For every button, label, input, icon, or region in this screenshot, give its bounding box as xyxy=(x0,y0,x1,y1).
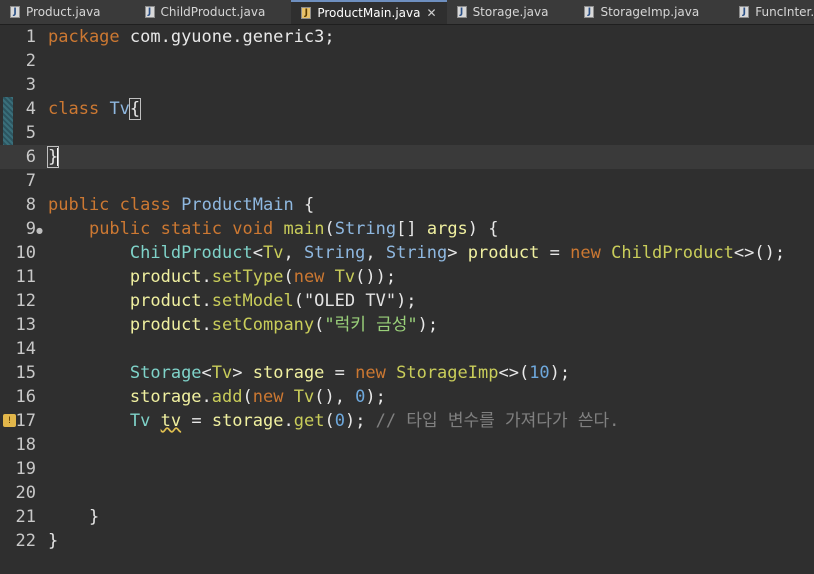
line-number: 10 xyxy=(15,243,36,263)
code-text: product.setCompany("럭키 금성"); xyxy=(129,315,439,335)
code-text: package com.gyuone.generic3; xyxy=(48,27,335,47)
code-line[interactable]: 20 xyxy=(0,481,814,505)
line-number: 9 xyxy=(25,219,36,239)
code-line[interactable]: 5 xyxy=(0,121,814,145)
tab-childproduct-java[interactable]: J ChildProduct.java xyxy=(135,0,276,24)
java-file-icon: J xyxy=(584,6,595,18)
code-text: Storage<Tv> storage = new StorageImp<>(1… xyxy=(129,363,571,383)
close-icon[interactable]: ✕ xyxy=(427,6,437,20)
code-line[interactable]: 14 xyxy=(0,337,814,361)
code-text: product.setType(new Tv()); xyxy=(129,267,397,287)
java-file-locked-icon: J xyxy=(301,7,312,19)
tab-label: Storage.java xyxy=(472,5,549,19)
line-number: 16 xyxy=(15,387,36,407)
code-text: ChildProduct<Tv, String, String> product… xyxy=(129,243,786,263)
line-number: 13 xyxy=(15,315,36,335)
code-line[interactable]: 9 ● public static void main(String[] arg… xyxy=(0,217,814,241)
line-number: 1 xyxy=(25,27,36,47)
line-number: 20 xyxy=(15,483,36,503)
code-text: class Tv{ xyxy=(48,98,142,120)
line-number: 22 xyxy=(15,531,36,551)
java-file-icon: J xyxy=(739,6,750,18)
code-line[interactable]: 12 product.setModel("OLED TV"); xyxy=(0,289,814,313)
line-number: 3 xyxy=(25,75,36,95)
code-text: storage.add(new Tv(), 0); xyxy=(129,387,386,407)
code-line[interactable]: 13 product.setCompany("럭키 금성"); xyxy=(0,313,814,337)
line-number: 7 xyxy=(25,171,36,191)
code-line[interactable]: 19 xyxy=(0,457,814,481)
code-line[interactable]: 10 ChildProduct<Tv, String, String> prod… xyxy=(0,241,814,265)
code-line[interactable]: 15 Storage<Tv> storage = new StorageImp<… xyxy=(0,361,814,385)
line-number: 4 xyxy=(25,99,36,119)
java-file-icon: J xyxy=(456,6,467,18)
code-line[interactable]: 4 class Tv{ xyxy=(0,97,814,121)
tab-label: Product.java xyxy=(26,5,101,19)
java-file-icon: J xyxy=(10,6,20,18)
line-number: 6 xyxy=(25,147,36,167)
code-line[interactable]: 11 product.setType(new Tv()); xyxy=(0,265,814,289)
line-number: 14 xyxy=(15,339,36,359)
code-text: } xyxy=(48,507,100,527)
code-line[interactable]: 8 public class ProductMain { xyxy=(0,193,814,217)
code-line[interactable]: 3 xyxy=(0,73,814,97)
line-number: 19 xyxy=(15,459,36,479)
code-text: } xyxy=(48,531,59,551)
code-text: Tv tv = storage.get(0); // 타입 변수를 가져다가 쓴… xyxy=(129,411,620,431)
code-line[interactable]: 21 } xyxy=(0,505,814,529)
line-number: 5 xyxy=(25,123,36,143)
tab-storage-java[interactable]: J Storage.java xyxy=(447,0,559,24)
java-file-icon: J xyxy=(144,6,155,18)
text-caret xyxy=(57,148,59,166)
code-editor[interactable]: 1 package com.gyuone.generic3; 2 3 4 cla… xyxy=(0,25,814,574)
code-line[interactable]: 1 package com.gyuone.generic3; xyxy=(0,25,814,49)
tab-label: ProductMain.java xyxy=(317,6,421,20)
code-line[interactable]: 16 storage.add(new Tv(), 0); xyxy=(0,385,814,409)
tab-label: StorageImp.java xyxy=(600,5,700,19)
line-number: 11 xyxy=(15,267,36,287)
current-code-line[interactable]: 6 } xyxy=(0,145,814,169)
code-text: public static void main(String[] args) { xyxy=(88,219,499,239)
code-line[interactable]: 22 } xyxy=(0,529,814,553)
code-line[interactable]: 7 xyxy=(0,169,814,193)
line-number: 2 xyxy=(25,51,36,71)
code-line[interactable]: 2 xyxy=(0,49,814,73)
tab-label: FuncInter.java xyxy=(755,5,814,19)
tab-storageimp-java[interactable]: J StorageImp.java xyxy=(574,0,709,24)
code-text: public class ProductMain { xyxy=(48,195,315,215)
line-number: 18 xyxy=(15,435,36,455)
line-number: 12 xyxy=(15,291,36,311)
fold-collapse-icon[interactable]: ● xyxy=(36,226,43,235)
code-text: product.setModel("OLED TV"); xyxy=(129,291,417,311)
tab-productmain-java[interactable]: J ProductMain.java ✕ xyxy=(291,0,447,24)
code-line[interactable]: ! 17 Tv tv = storage.get(0); // 타입 변수를 가… xyxy=(0,409,814,433)
line-number: 17 xyxy=(15,411,36,431)
code-line[interactable]: 18 xyxy=(0,433,814,457)
editor-tab-bar: J Product.java J ChildProduct.java J Pro… xyxy=(0,0,814,25)
line-number: 15 xyxy=(15,363,36,383)
code-text: } xyxy=(46,146,60,168)
tab-label: ChildProduct.java xyxy=(160,5,266,19)
line-number: 21 xyxy=(15,507,36,527)
line-number: 8 xyxy=(25,195,36,215)
tab-product-java[interactable]: J Product.java xyxy=(0,0,111,24)
tab-funcinter-java[interactable]: J FuncInter.java xyxy=(729,0,814,24)
